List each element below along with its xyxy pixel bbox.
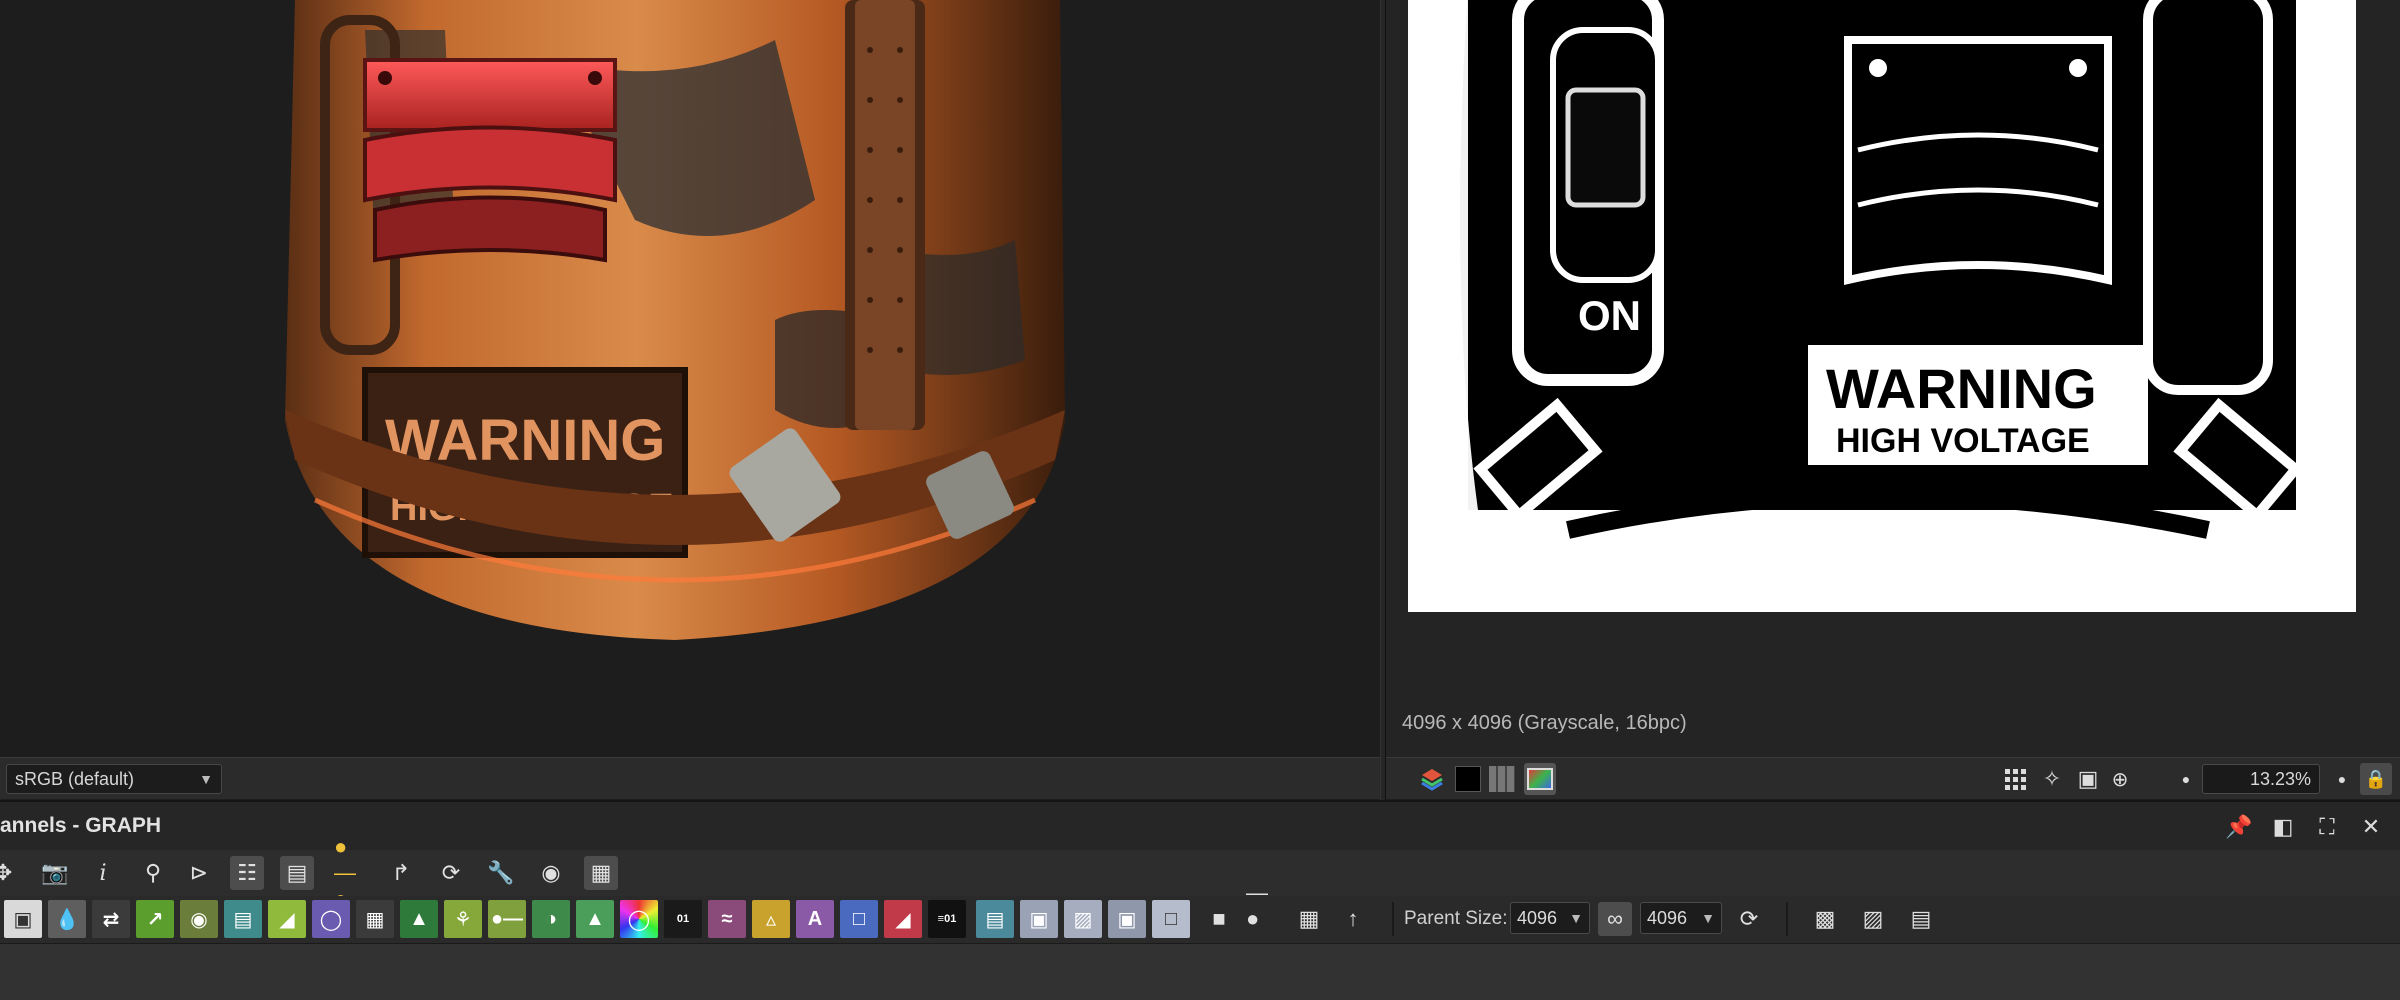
3d-viewport[interactable]: WARNING HIGH VOLTAGE: [0, 0, 1380, 757]
levels-node-icon[interactable]: ●—: [488, 900, 526, 938]
fx-map-node-icon[interactable]: ≡01: [928, 900, 966, 938]
parent-size-label: Parent Size:: [1404, 908, 1508, 929]
layers-icon[interactable]: [1416, 763, 1448, 795]
float-icon[interactable]: ◧: [2270, 814, 2296, 840]
maximize-icon[interactable]: ⛶: [2314, 814, 2340, 840]
gradient-node-icon[interactable]: ◢: [268, 900, 306, 938]
resolution-label: 4096 x 4096 (Grayscale, 16bpc): [1402, 712, 1687, 734]
hsl-node-icon[interactable]: ◯: [620, 900, 658, 938]
refresh-icon[interactable]: ⟳: [434, 856, 468, 890]
info-icon[interactable]: i: [86, 856, 120, 890]
bucket-node-icon[interactable]: ⚘: [444, 900, 482, 938]
3d-viewport-toolbar: sRGB (default) ▼: [0, 757, 1380, 799]
route-icon[interactable]: ↱: [384, 856, 418, 890]
dot-icon[interactable]: —●—: [1246, 880, 1280, 957]
grid-snap-icon[interactable]: ▦: [584, 856, 618, 890]
pin-icon[interactable]: 📌: [2225, 814, 2252, 840]
shape-node-icon[interactable]: ◯: [312, 900, 350, 938]
image-input-node-icon[interactable]: □: [1152, 900, 1190, 938]
map-warning-text: WARNING: [1826, 357, 2097, 420]
shuffle-node-icon[interactable]: ⇄: [92, 900, 130, 938]
width-value: 4096: [1517, 907, 1558, 928]
reset-icon[interactable]: ⟳: [1732, 902, 1766, 936]
preview-icon[interactable]: ◉: [534, 856, 568, 890]
zoom-out-icon[interactable]: ●: [2170, 763, 2202, 795]
input-node-icon[interactable]: ▣: [1020, 900, 1058, 938]
graph-tools-toolbar: ✥ 📷 i ⚲ ⊳ ☷ ▤ ●—● ↱ ⟳ 🔧 ◉ ▦: [0, 834, 2400, 911]
camera-icon[interactable]: 📷: [38, 856, 72, 890]
grid-icon[interactable]: [2000, 763, 2032, 795]
search-icon[interactable]: ⚲: [136, 856, 170, 890]
black-swatch-icon[interactable]: [1452, 763, 1484, 795]
map-on-text: ON: [1578, 292, 1641, 339]
blend-node-icon[interactable]: ▣: [4, 900, 42, 938]
move-icon[interactable]: ✥: [0, 856, 20, 890]
link-icon[interactable]: ⊳: [182, 856, 216, 890]
2d-viewport[interactable]: ON WARNING HIGH VOLTAGE 4096 x 4096 (Gra…: [1386, 0, 2400, 757]
align-vertical-icon[interactable]: ▨: [1856, 902, 1890, 936]
zoom-input[interactable]: 13.23%: [2202, 764, 2320, 794]
paint-node-icon[interactable]: ◢: [884, 900, 922, 938]
frame-icon[interactable]: ▤: [280, 856, 314, 890]
chevron-down-icon: ▼: [1701, 910, 1715, 926]
output-node-icon[interactable]: ▨: [1064, 900, 1102, 938]
app-root: WARNING HIGH VOLTAGE sRGB (default) ▼: [0, 0, 2400, 1000]
comment-icon[interactable]: ■: [1202, 902, 1236, 936]
align-horizontal-icon[interactable]: ▩: [1808, 902, 1842, 936]
height-value: 4096: [1647, 907, 1688, 928]
colorspace-value: sRGB (default): [15, 768, 135, 789]
close-icon[interactable]: ✕: [2358, 814, 2384, 840]
transform-node-icon[interactable]: □: [840, 900, 878, 938]
map-high-voltage-text: HIGH VOLTAGE: [1836, 422, 2090, 460]
link-size-icon[interactable]: ∞: [1598, 902, 1632, 936]
chevron-down-icon: ▼: [1569, 910, 1583, 926]
tiling-icon[interactable]: [1486, 763, 1518, 795]
2d-texture-preview: ON WARNING HIGH VOLTAGE: [1408, 0, 2356, 612]
fit-view-icon[interactable]: ▣: [2072, 763, 2104, 795]
spline-node-icon[interactable]: ≈: [708, 900, 746, 938]
toolbar-separator: [1786, 902, 1788, 936]
toolbar-separator: [1392, 902, 1394, 936]
tile-node-icon[interactable]: ▦: [356, 900, 394, 938]
node-library-toolbar: ▣ 💧 ⇄ ↗ ◉ ▤ ◢ ◯ ▦ ▲ ⚘ ●— ◑ ▲ ◯ 01 ≈ ▵ A …: [0, 880, 2400, 957]
lock-icon[interactable]: 🔒: [2360, 763, 2392, 795]
curve-node-icon[interactable]: ↗: [136, 900, 174, 938]
zoom-in-icon[interactable]: ●: [2326, 763, 2358, 795]
text-node-icon[interactable]: A: [796, 900, 834, 938]
hierarchy-icon[interactable]: ☷: [230, 856, 264, 890]
fill-node-icon[interactable]: ▲: [400, 900, 438, 938]
blur-node-icon[interactable]: 💧: [48, 900, 86, 938]
width-select[interactable]: 4096 ▼: [1510, 902, 1590, 934]
connection-icon[interactable]: ●—●: [334, 834, 368, 911]
color-node-icon[interactable]: ◉: [180, 900, 218, 938]
display-channel-icon[interactable]: [1524, 763, 1556, 795]
pixel-processor-node-icon[interactable]: ▤: [976, 900, 1014, 938]
warp-node-icon[interactable]: ▤: [224, 900, 262, 938]
transform-icon[interactable]: ✧: [2036, 763, 2068, 795]
height-select[interactable]: 4096 ▼: [1640, 902, 1722, 934]
graph-canvas[interactable]: [0, 944, 2400, 1000]
normal-node-icon[interactable]: ◑: [532, 900, 570, 938]
histogram-node-icon[interactable]: ▲: [576, 900, 614, 938]
graph-panel-title: annels - GRAPH: [0, 814, 162, 837]
wrench-icon[interactable]: 🔧: [484, 856, 518, 890]
center-view-icon[interactable]: ⊕: [2104, 763, 2136, 795]
frame-node-icon[interactable]: ▦: [1292, 902, 1326, 936]
pin-node-icon[interactable]: ↑: [1336, 902, 1370, 936]
value-node-icon[interactable]: ▣: [1108, 900, 1146, 938]
distribute-icon[interactable]: ▤: [1904, 902, 1938, 936]
colorspace-select[interactable]: sRGB (default) ▼: [6, 764, 222, 794]
noise-node-icon[interactable]: 01: [664, 900, 702, 938]
2d-viewport-toolbar: ✧ ▣ ⊕ ● 13.23% ● 🔒: [1386, 757, 2400, 799]
mirror-node-icon[interactable]: ▵: [752, 900, 790, 938]
3d-model-render: WARNING HIGH VOLTAGE: [285, 0, 1065, 640]
chevron-down-icon: ▼: [199, 771, 213, 787]
